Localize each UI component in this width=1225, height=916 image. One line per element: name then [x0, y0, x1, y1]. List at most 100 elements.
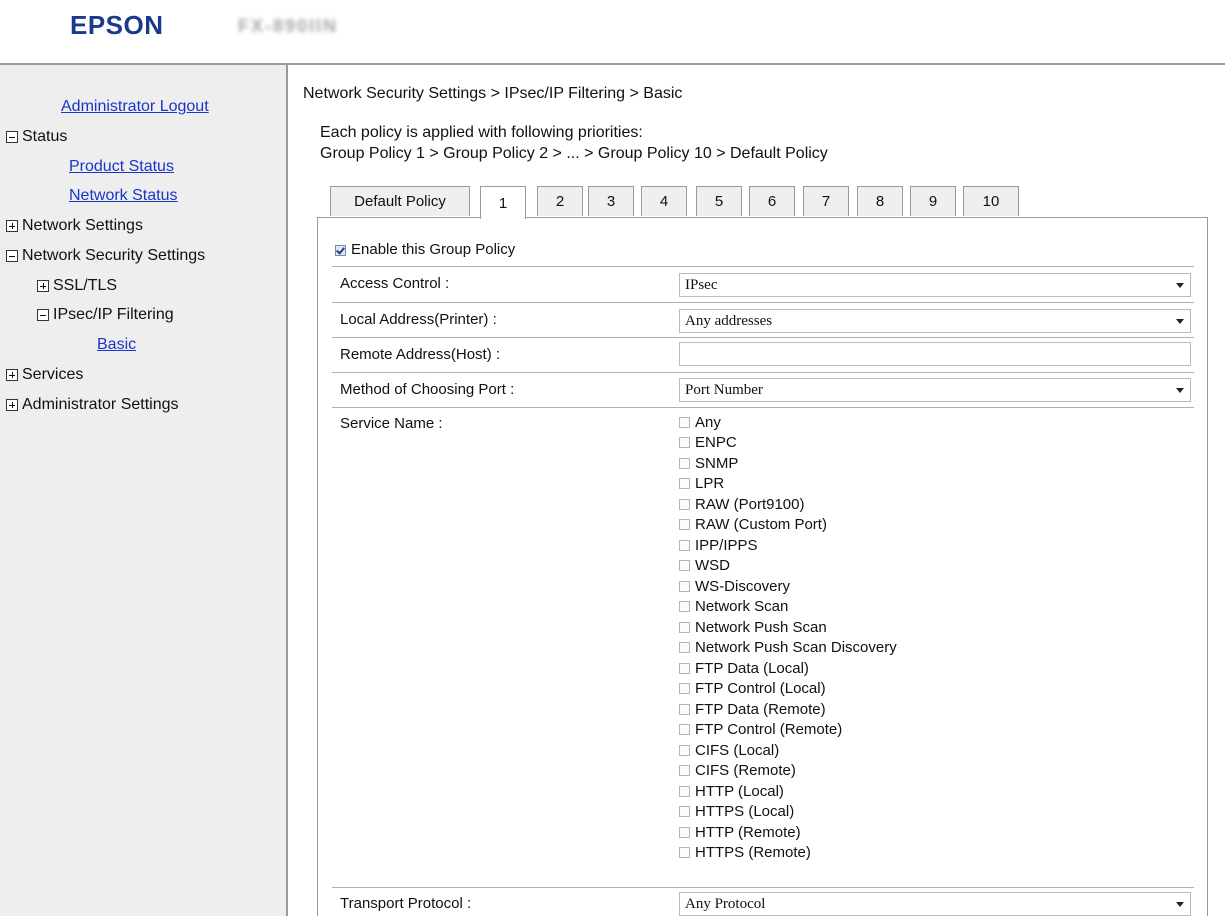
row-divider	[332, 266, 1194, 267]
checkbox[interactable]	[679, 765, 690, 777]
tab-8[interactable]: 8	[857, 186, 903, 216]
service-option-enpc[interactable]: ENPC	[679, 433, 897, 454]
service-name-list: Any ENPC SNMP LPR RAW (Port9100) RAW (Cu…	[679, 412, 897, 863]
checkbox[interactable]	[679, 683, 690, 695]
tab-6[interactable]: 6	[749, 186, 795, 216]
port-method-select[interactable]: Port Number	[679, 378, 1191, 402]
checkbox[interactable]	[679, 457, 690, 469]
checkbox[interactable]	[679, 498, 690, 510]
tab-4[interactable]: 4	[641, 186, 687, 216]
sidebar-item-label: Status	[22, 128, 68, 145]
checkbox[interactable]	[679, 601, 690, 613]
checkbox[interactable]	[679, 806, 690, 818]
remote-address-input[interactable]	[679, 342, 1191, 366]
service-option-ws-discovery[interactable]: WS-Discovery	[679, 576, 897, 597]
service-option-https-remote[interactable]: HTTPS (Remote)	[679, 843, 897, 864]
checkbox[interactable]	[679, 724, 690, 736]
header: EPSON FX-890IIN	[0, 0, 1225, 60]
service-option-snmp[interactable]: SNMP	[679, 453, 897, 474]
checkbox[interactable]	[679, 539, 690, 551]
service-option-wsd[interactable]: WSD	[679, 556, 897, 577]
enable-group-policy[interactable]: Enable this Group Policy	[335, 241, 515, 258]
sidebar-item-label: Administrator Settings	[22, 396, 179, 413]
service-option-network-push-scan[interactable]: Network Push Scan	[679, 617, 897, 638]
sidebar-item-network-status[interactable]: Network Status	[69, 187, 177, 205]
checkbox[interactable]	[679, 519, 690, 531]
service-option-ftp-control-remote[interactable]: FTP Control (Remote)	[679, 720, 897, 741]
sidebar-item-ipsec-ip-filtering[interactable]: IPsec/IP Filtering	[37, 306, 174, 324]
local-address-value: Any addresses	[685, 312, 773, 329]
sidebar-item-product-status[interactable]: Product Status	[69, 158, 174, 176]
tab-10[interactable]: 10	[963, 186, 1019, 216]
tab-2[interactable]: 2	[537, 186, 583, 216]
service-option-ftp-data-local[interactable]: FTP Data (Local)	[679, 658, 897, 679]
collapse-icon[interactable]	[6, 250, 18, 262]
checkbox[interactable]	[679, 785, 690, 797]
sidebar-item-ssl-tls[interactable]: SSL/TLS	[37, 277, 117, 295]
collapse-icon[interactable]	[6, 131, 18, 143]
breadcrumb: Network Security Settings > IPsec/IP Fil…	[303, 85, 683, 102]
tab-9[interactable]: 9	[910, 186, 956, 216]
row-divider	[332, 372, 1194, 373]
checkbox[interactable]	[679, 662, 690, 674]
expand-icon[interactable]	[37, 280, 49, 292]
sidebar-item-services[interactable]: Services	[6, 366, 83, 384]
local-address-select[interactable]: Any addresses	[679, 309, 1191, 333]
service-option-https-local[interactable]: HTTPS (Local)	[679, 802, 897, 823]
checkbox[interactable]	[679, 437, 690, 449]
service-option-push-scan-discovery[interactable]: Network Push Scan Discovery	[679, 638, 897, 659]
port-method-label: Method of Choosing Port :	[340, 381, 515, 398]
service-option-lpr[interactable]: LPR	[679, 474, 897, 495]
chevron-down-icon	[1176, 388, 1184, 393]
checkbox[interactable]	[679, 478, 690, 490]
service-option-ipp[interactable]: IPP/IPPS	[679, 535, 897, 556]
checkbox[interactable]	[679, 847, 690, 859]
chevron-down-icon	[1176, 319, 1184, 324]
tab-5[interactable]: 5	[696, 186, 742, 216]
administrator-logout-link[interactable]: Administrator Logout	[61, 98, 209, 116]
service-option-raw-9100[interactable]: RAW (Port9100)	[679, 494, 897, 515]
expand-icon[interactable]	[6, 369, 18, 381]
enable-group-policy-checkbox[interactable]	[335, 244, 346, 256]
transport-protocol-value: Any Protocol	[685, 895, 766, 912]
row-divider	[332, 887, 1194, 888]
checkbox[interactable]	[679, 826, 690, 838]
checkbox[interactable]	[679, 744, 690, 756]
service-option-http-remote[interactable]: HTTP (Remote)	[679, 822, 897, 843]
checkbox[interactable]	[679, 621, 690, 633]
service-option-ftp-data-remote[interactable]: FTP Data (Remote)	[679, 699, 897, 720]
access-control-label: Access Control :	[340, 275, 450, 292]
service-option-any[interactable]: Any	[679, 412, 897, 433]
service-option-http-local[interactable]: HTTP (Local)	[679, 781, 897, 802]
tab-1[interactable]: 1	[480, 186, 526, 219]
checkbox[interactable]	[679, 703, 690, 715]
row-divider	[332, 337, 1194, 338]
checkbox[interactable]	[679, 642, 690, 654]
sidebar-item-network-security-settings[interactable]: Network Security Settings	[6, 247, 205, 265]
sidebar-item-basic[interactable]: Basic	[97, 336, 136, 354]
service-option-cifs-remote[interactable]: CIFS (Remote)	[679, 761, 897, 782]
sidebar-item-network-settings[interactable]: Network Settings	[6, 217, 143, 235]
service-option-network-scan[interactable]: Network Scan	[679, 597, 897, 618]
checkbox[interactable]	[679, 560, 690, 572]
sidebar-item-administrator-settings[interactable]: Administrator Settings	[6, 396, 179, 414]
expand-icon[interactable]	[6, 220, 18, 232]
transport-protocol-select[interactable]: Any Protocol	[679, 892, 1191, 916]
tab-default-policy[interactable]: Default Policy	[330, 186, 470, 216]
collapse-icon[interactable]	[37, 309, 49, 321]
sidebar-item-label: IPsec/IP Filtering	[53, 306, 174, 323]
row-divider	[332, 407, 1194, 408]
row-divider	[332, 302, 1194, 303]
service-option-raw-custom[interactable]: RAW (Custom Port)	[679, 515, 897, 536]
checkbox[interactable]	[679, 580, 690, 592]
sidebar-item-label: Services	[22, 366, 84, 383]
access-control-select[interactable]: IPsec	[679, 273, 1191, 297]
sidebar-item-status[interactable]: Status	[6, 128, 67, 146]
service-option-ftp-control-local[interactable]: FTP Control (Local)	[679, 679, 897, 700]
expand-icon[interactable]	[6, 399, 18, 411]
tab-3[interactable]: 3	[588, 186, 634, 216]
chevron-down-icon	[1176, 283, 1184, 288]
tab-7[interactable]: 7	[803, 186, 849, 216]
service-option-cifs-local[interactable]: CIFS (Local)	[679, 740, 897, 761]
checkbox[interactable]	[679, 416, 690, 428]
